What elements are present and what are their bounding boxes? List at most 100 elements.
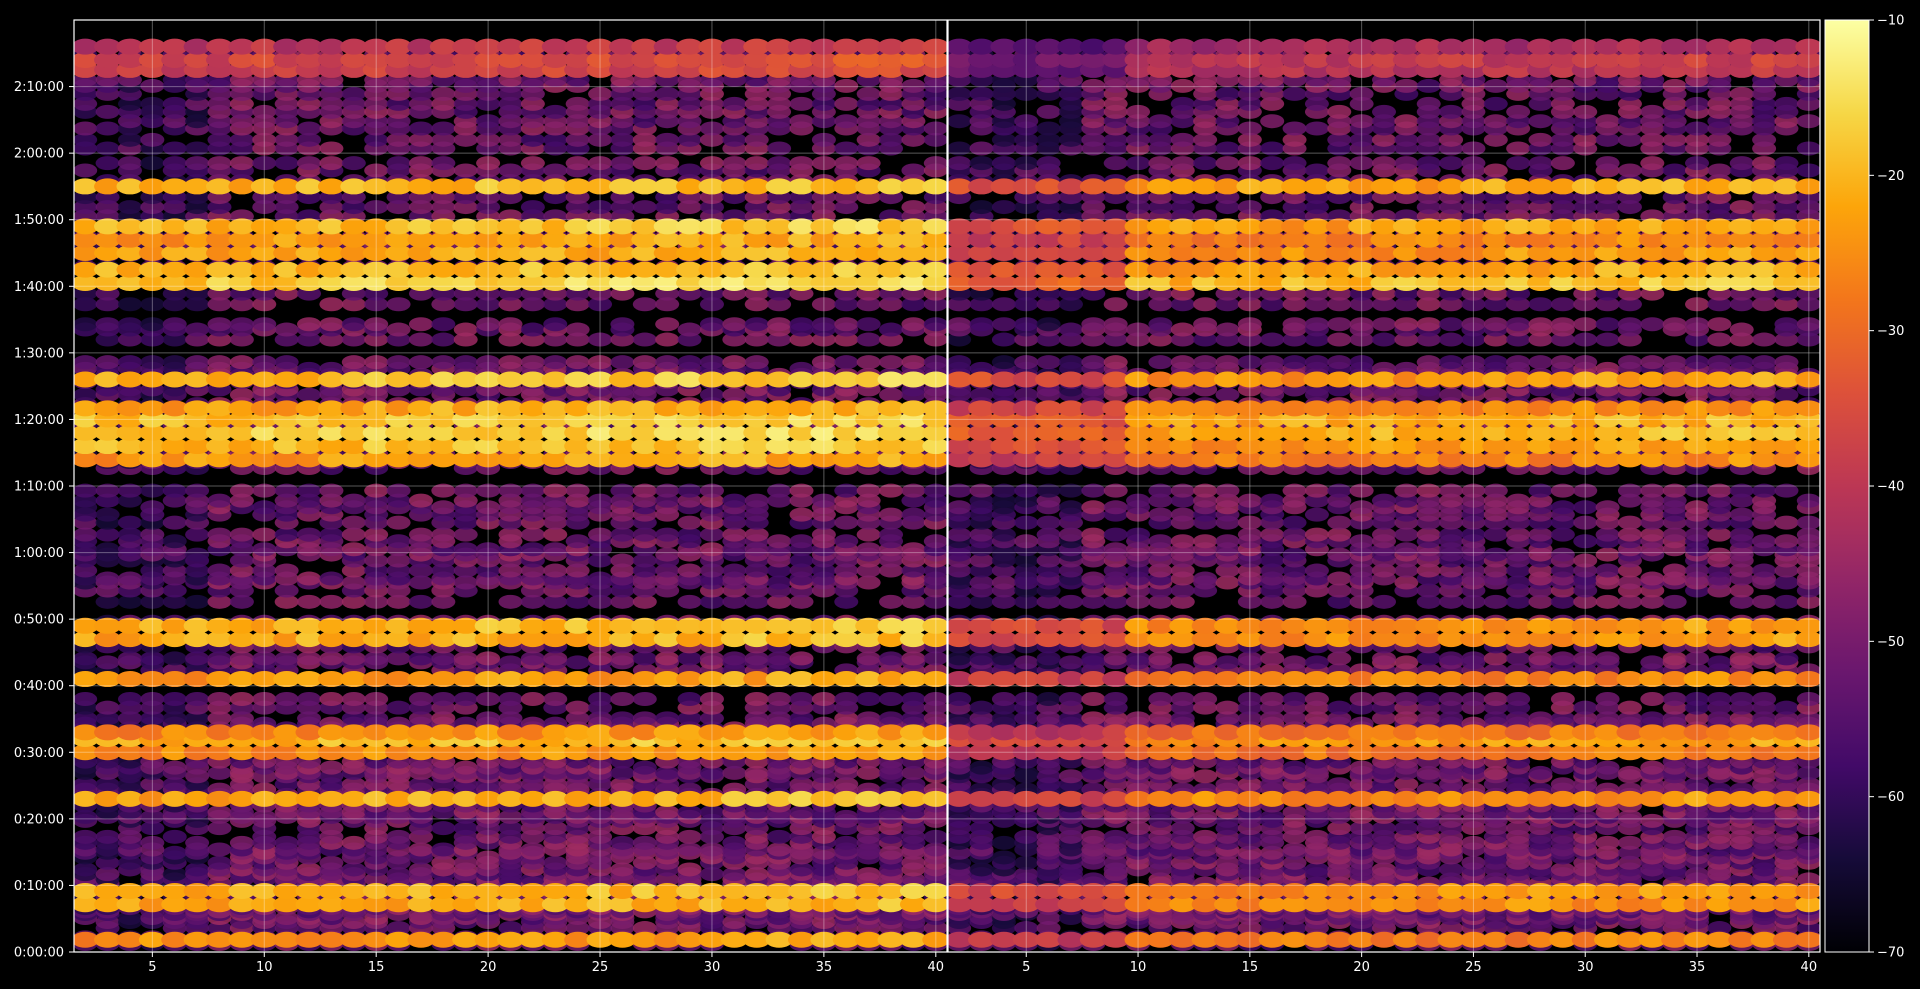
heatmap-cell — [185, 594, 210, 609]
heatmap-cell — [677, 515, 702, 530]
heatmap-cell — [274, 156, 299, 171]
heatmap-cell — [431, 692, 456, 707]
heatmap-cell — [520, 527, 545, 542]
heatmap-cell — [520, 322, 545, 337]
heatmap-cell — [95, 700, 120, 715]
heatmap-cell — [677, 527, 702, 542]
heatmap-cell — [834, 78, 859, 93]
heatmap-cell — [274, 651, 299, 666]
heatmap-cell — [655, 711, 680, 726]
heatmap-cell — [722, 96, 747, 111]
heatmap-cell — [789, 156, 814, 171]
heatmap-cell — [498, 692, 523, 707]
heatmap-cell — [229, 692, 254, 707]
heatmap-cell — [901, 507, 926, 522]
heatmap-cell — [520, 692, 545, 707]
heatmap-cell — [677, 355, 702, 370]
heatmap-cell — [229, 651, 254, 666]
heatmap-cell — [1103, 829, 1128, 844]
heatmap-cell — [341, 651, 366, 666]
heatmap-cell — [1595, 835, 1620, 850]
heatmap-cell — [856, 332, 881, 347]
heatmap-cell — [117, 651, 142, 666]
heatmap-cell — [655, 805, 680, 820]
heatmap-cell — [565, 322, 590, 337]
heatmap-cell — [610, 711, 635, 726]
heatmap-cell — [95, 104, 120, 119]
heatmap-cell — [879, 805, 904, 820]
heatmap-cell — [722, 493, 747, 508]
heatmap-cell — [498, 594, 523, 609]
heatmap-cell — [297, 651, 322, 666]
heatmap-cell — [95, 829, 120, 844]
heatmap-cell — [543, 692, 568, 707]
heatmap-cell — [767, 692, 792, 707]
heatmap-cell — [95, 507, 120, 522]
heatmap-cell — [632, 760, 657, 775]
heatmap-cell — [319, 692, 344, 707]
heatmap-cell — [834, 534, 859, 549]
heatmap-cell — [789, 507, 814, 522]
heatmap-cell — [722, 527, 747, 542]
heatmap-cell — [207, 855, 232, 870]
heatmap-cell — [856, 156, 881, 171]
heatmap-cell — [95, 355, 120, 370]
heatmap-cell — [856, 711, 881, 726]
heatmap-cell — [543, 355, 568, 370]
heatmap-cell — [856, 86, 881, 101]
heatmap-cell — [520, 542, 545, 557]
heatmap-cell — [207, 563, 232, 578]
heatmap-cell — [162, 829, 187, 844]
heatmap-cell — [229, 527, 254, 542]
heatmap-cell — [677, 651, 702, 666]
heatmap-cell — [386, 322, 411, 337]
heatmap-cell — [274, 322, 299, 337]
heatmap-cell — [789, 534, 814, 549]
heatmap-cell — [341, 542, 366, 557]
heatmap-cell — [453, 575, 478, 590]
heatmap-cell — [834, 515, 859, 530]
heatmap-cell — [789, 692, 814, 707]
heatmap-cell — [610, 651, 635, 666]
heatmap-cell — [632, 651, 657, 666]
heatmap-cell — [185, 651, 210, 666]
heatmap-cell — [408, 862, 433, 877]
heatmap-cell — [901, 163, 926, 178]
heatmap-cell — [744, 493, 769, 508]
heatmap-cell — [408, 332, 433, 347]
heatmap-cell — [789, 114, 814, 129]
heatmap-cell — [632, 332, 657, 347]
heatmap-cell — [95, 571, 120, 586]
heatmap-cell — [879, 594, 904, 609]
heatmap-cell — [901, 78, 926, 93]
heatmap-cell — [319, 855, 344, 870]
heatmap-cell — [117, 200, 142, 215]
heatmap-cell — [834, 355, 859, 370]
heatmap-cell — [543, 542, 568, 557]
heatmap-cell — [162, 583, 187, 598]
heatmap-cell — [185, 862, 210, 877]
heatmap-cell — [162, 96, 187, 111]
heatmap-cell — [74, 862, 98, 877]
heatmap-cell — [162, 156, 187, 171]
heatmap-cell — [162, 515, 187, 530]
heatmap-cell — [565, 96, 590, 111]
heatmap-cell — [185, 527, 210, 542]
heatmap-cell — [655, 332, 680, 347]
heatmap-cell — [408, 493, 433, 508]
heatmap-cell — [655, 547, 680, 562]
heatmap-cell — [453, 692, 478, 707]
heatmap-cell — [274, 692, 299, 707]
heatmap-cell — [341, 575, 366, 590]
heatmap-cell — [610, 527, 635, 542]
heatmap-cell — [677, 322, 702, 337]
heatmap-cell — [543, 104, 568, 119]
heatmap-cell — [386, 651, 411, 666]
heatmap-cell — [610, 835, 635, 850]
heatmap-cell — [1617, 835, 1642, 850]
heatmap-cell — [722, 355, 747, 370]
heatmap-cell — [834, 96, 859, 111]
heatmap-cell — [162, 760, 187, 775]
heatmap-cell — [274, 527, 299, 542]
heatmap-cell — [610, 355, 635, 370]
